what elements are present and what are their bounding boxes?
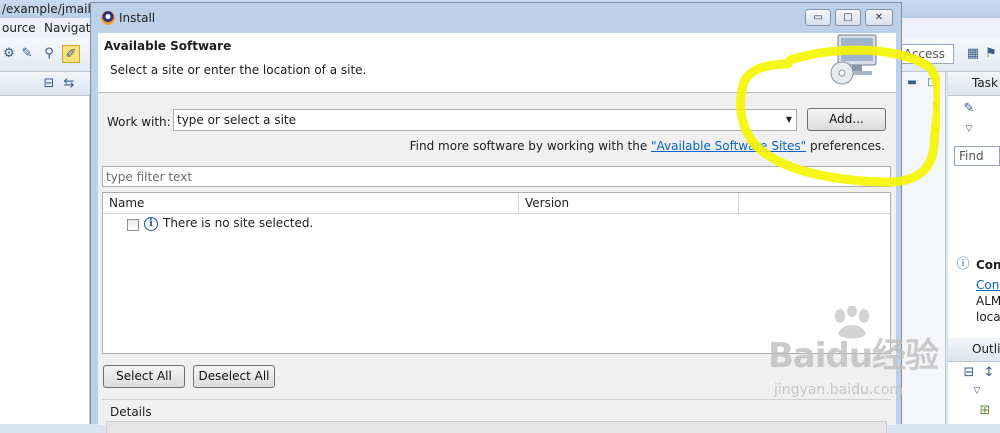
ruler-marker[interactable] xyxy=(933,128,939,132)
banner-description: Select a site or enter the location of a… xyxy=(110,63,367,77)
dialog-body: Available Software Select a site or ente… xyxy=(98,33,896,433)
toolbar-pin-icon[interactable]: ✎ xyxy=(18,45,36,63)
overview-ruler: ▬ □ xyxy=(900,72,946,424)
software-table: Name Version i There is no site selected… xyxy=(102,192,891,354)
row-label: There is no site selected. xyxy=(163,216,314,230)
details-label: Details xyxy=(110,405,152,419)
work-with-value: type or select a site xyxy=(177,113,297,127)
close-button[interactable]: ✕ xyxy=(865,9,893,26)
dialog-titlebar[interactable]: Install ▭ □ ✕ xyxy=(91,3,901,33)
task-find-input[interactable]: Find xyxy=(954,146,1000,166)
minimize-icon[interactable]: ▬ xyxy=(903,74,921,92)
banner-title: Available Software xyxy=(104,39,232,53)
dropdown-icon[interactable]: ▽ xyxy=(960,120,978,138)
connect-link[interactable]: Conn xyxy=(976,278,1000,292)
package-explorer-pane: ⊟ ⇆ xyxy=(0,72,90,424)
package-explorer-tab[interactable]: ⊟ ⇆ xyxy=(0,72,90,96)
maximize-button[interactable]: □ xyxy=(835,9,861,26)
deselect-all-button[interactable]: Deselect All xyxy=(193,365,275,388)
task-list-tab[interactable]: Task xyxy=(948,72,1000,96)
eclipse-logo-icon xyxy=(101,11,115,25)
details-box xyxy=(106,421,887,433)
maximize-icon[interactable]: □ xyxy=(923,74,941,92)
connect-title: Con xyxy=(976,258,1000,272)
sort-icon[interactable]: ↕ xyxy=(980,364,998,382)
toolbar-debug-icon[interactable]: ⚑ xyxy=(982,45,1000,63)
class-icon: ⊞ xyxy=(979,403,991,418)
wizard-banner: Available Software Select a site or ente… xyxy=(98,33,896,93)
chevron-down-icon[interactable]: ▼ xyxy=(786,115,792,124)
available-software-sites-link[interactable]: "Available Software Sites" xyxy=(651,139,806,153)
info-icon: ⓘ xyxy=(956,257,970,272)
add-site-button[interactable]: Add... xyxy=(807,108,886,131)
toolbar-gear-icon[interactable]: ⚙ xyxy=(0,45,18,63)
info-icon: i xyxy=(144,217,158,231)
column-header-name[interactable]: Name xyxy=(103,193,519,214)
row-checkbox[interactable] xyxy=(127,219,139,231)
dropdown-icon[interactable]: ▽ xyxy=(968,382,986,400)
find-more-prefix: Find more software by working with the xyxy=(409,139,652,153)
outline-tab[interactable]: Outli xyxy=(948,338,1000,362)
toolbar-perspective-icon[interactable]: ▦ xyxy=(964,45,982,63)
find-more-text: Find more software by working with the "… xyxy=(410,139,885,153)
work-with-label: Work with: xyxy=(107,115,171,129)
toolbar-highlight-icon[interactable]: ✐ xyxy=(62,45,80,63)
ruler-marker[interactable] xyxy=(933,102,939,110)
work-with-combo[interactable]: type or select a site ▼ xyxy=(173,109,797,131)
install-dialog: Install ▭ □ ✕ Available Software Select … xyxy=(90,2,902,433)
connect-line-1: ALM xyxy=(976,294,1000,308)
column-header-version[interactable]: Version xyxy=(519,193,739,214)
find-more-suffix: preferences. xyxy=(806,139,885,153)
connect-line-2: local xyxy=(976,310,1000,324)
install-computer-icon xyxy=(830,34,877,85)
minimize-button[interactable]: ▭ xyxy=(805,9,831,26)
right-views-pane: Task ✎ ▽ Find ⓘ Con Conn ALM local Outli… xyxy=(948,72,1000,424)
collapse-all-icon[interactable]: ⊟ xyxy=(40,75,58,93)
column-header-filler xyxy=(739,193,890,214)
toolbar-search-icon[interactable]: ⚲ xyxy=(40,45,58,63)
new-task-icon[interactable]: ✎ xyxy=(960,100,978,118)
select-all-button[interactable]: Select All xyxy=(103,365,185,388)
dialog-title: Install xyxy=(119,11,156,25)
link-editor-icon[interactable]: ⇆ xyxy=(60,75,78,93)
filter-input[interactable]: type filter text xyxy=(102,166,891,187)
task-list-label: Task xyxy=(972,76,998,90)
menu-source[interactable]: ource xyxy=(2,21,36,35)
outline-label: Outli xyxy=(972,342,1000,356)
details-group: Details xyxy=(102,399,891,433)
collapse-icon[interactable]: ⊟ xyxy=(960,364,978,382)
